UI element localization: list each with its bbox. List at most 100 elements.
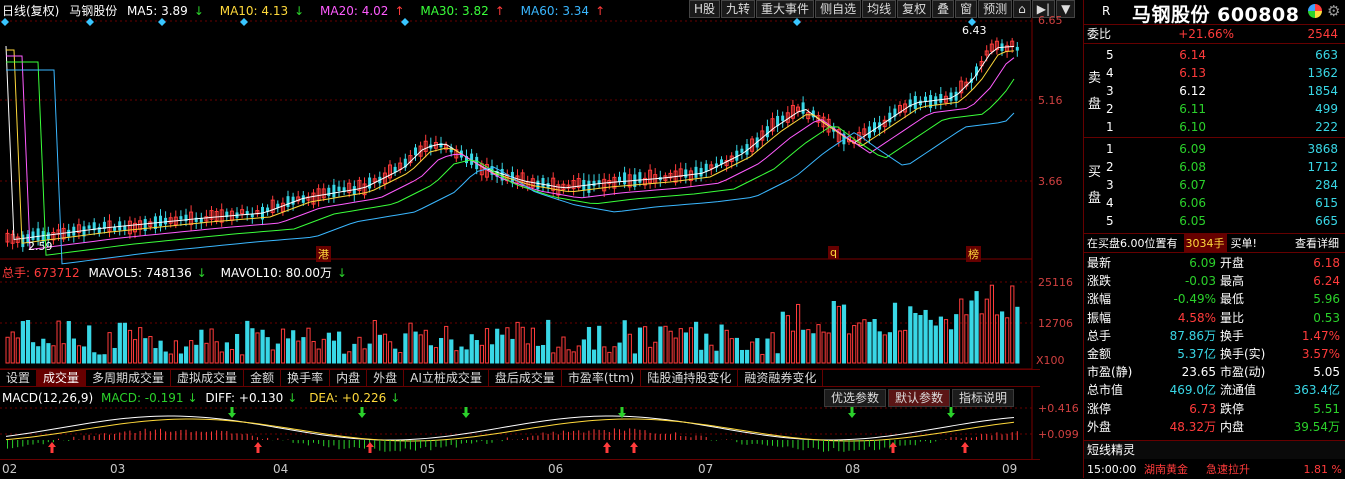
vol-axis-high: 25116 [1038, 276, 1073, 289]
tab-margin[interactable]: 融资融券变化 [738, 370, 824, 386]
candle-body [699, 168, 703, 177]
tab-pe-ttm[interactable]: 市盈率(ttm) [562, 370, 642, 386]
tab-amount[interactable]: 金额 [244, 370, 282, 386]
chart-area[interactable]: 日线(复权) 马钢股份 MA5: 3.89 ↓ MA10: 4.13 ↓ MA20:… [0, 0, 1082, 478]
major-events-button[interactable]: 重大事件 [756, 0, 815, 18]
watchlist-button[interactable]: 侧自选 [815, 0, 862, 18]
volume-bar [408, 322, 413, 364]
adjust-button[interactable]: 复权 [897, 0, 932, 18]
tab-virtual-volume[interactable]: 虚拟成交量 [171, 370, 245, 386]
volume-bar [87, 325, 92, 364]
candle-body [286, 196, 290, 208]
candle-body [113, 227, 117, 231]
ma-button[interactable]: 均线 [862, 0, 897, 18]
event-mark-hk[interactable]: 港 [316, 246, 331, 262]
event-mark-q[interactable]: q [828, 246, 839, 259]
big-order-notice[interactable]: 在买盘6.00位置有 3034手 买单! 查看详细 [1084, 233, 1345, 252]
volume-bar [862, 319, 867, 364]
volume-bar [714, 350, 719, 364]
volume-bar [331, 340, 337, 364]
candle-body [291, 196, 295, 205]
vol-axis-unit: X100 [1036, 354, 1065, 367]
volume-bar [592, 349, 597, 364]
volume-bar [61, 343, 66, 364]
volume-bar [403, 333, 408, 364]
forecast-button[interactable]: 预测 [978, 0, 1013, 18]
volume-bar [637, 327, 643, 364]
candle-body [592, 180, 596, 187]
event-mark-rank[interactable]: 榜 [966, 246, 981, 262]
tab-inner[interactable]: 内盘 [330, 370, 368, 386]
volume-bar [229, 349, 235, 364]
candle-body [31, 231, 35, 240]
default-params-button[interactable]: 默认参数 [888, 389, 951, 407]
window-button[interactable]: 窗 [955, 0, 978, 18]
volume-bar [204, 342, 209, 364]
macd-buttons: 优选参数 默认参数 指标说明 [824, 389, 1016, 407]
tab-volume[interactable]: 成交量 [37, 370, 87, 386]
indicator-help-button[interactable]: 指标说明 [952, 389, 1015, 407]
candle-body [199, 218, 203, 223]
volume-bar [632, 353, 637, 364]
candle-body [67, 229, 71, 237]
volume-bar [734, 337, 739, 364]
volume-bar [474, 340, 479, 364]
volume-bar [245, 320, 250, 364]
candle-body [684, 169, 688, 178]
volume-bar [745, 349, 750, 364]
macd-axis-high: +0.416 [1038, 402, 1079, 415]
tab-outer[interactable]: 外盘 [367, 370, 405, 386]
weibi-label: 委比 [1087, 27, 1112, 41]
candle-body [781, 115, 785, 121]
tab-hk-connect[interactable]: 陆股通持股变化 [641, 370, 739, 386]
tab-after-hours-volume[interactable]: 盘后成交量 [489, 370, 562, 386]
tab-turnover[interactable]: 换手率 [281, 370, 331, 386]
chart-type-icon[interactable] [1308, 4, 1322, 18]
volume-bar [479, 344, 484, 364]
tab-ai-volume[interactable]: AI立桩成交量 [404, 370, 489, 386]
volume-bar [107, 332, 112, 364]
volume-bar [994, 314, 1000, 364]
lock-icon[interactable]: ⌂ [1013, 0, 1031, 18]
volume-bar [377, 334, 382, 364]
short-line-row[interactable]: 15:00:00 湖南黄金 急速拉升 1.81 % [1084, 460, 1345, 479]
candle-body [352, 186, 356, 195]
candle-body [123, 225, 127, 231]
tab-settings[interactable]: 设置 [0, 370, 38, 386]
volume-bar [576, 345, 581, 364]
optimal-params-button[interactable]: 优选参数 [824, 389, 887, 407]
event-diamonds[interactable] [1, 18, 976, 26]
gear-icon[interactable]: ⚙ [1327, 2, 1340, 20]
volume-bar [20, 321, 25, 364]
stock-title: 马钢股份 600808 [1132, 4, 1300, 26]
buy-signal-icon [48, 442, 56, 447]
high-price-mark: 6.43 [962, 24, 987, 37]
view-detail-link[interactable]: 查看详细 [1295, 234, 1345, 252]
jiuzhuan-button[interactable]: 九转 [721, 0, 756, 18]
volume-bar [806, 329, 811, 364]
volume-bar [393, 348, 398, 364]
short-line-header[interactable]: 短线精灵 [1084, 440, 1345, 459]
signal-stem [963, 447, 967, 453]
buy-signal-icon [366, 442, 374, 447]
volume-bar [367, 343, 372, 364]
volume-bar [755, 338, 760, 364]
tab-multi-period-volume[interactable]: 多周期成交量 [86, 370, 172, 386]
macd-axis-low: +0.099 [1038, 428, 1079, 441]
volume-bar [418, 334, 423, 364]
macd-title: MACD(12,26,9) [2, 391, 94, 405]
volume-bar [326, 332, 331, 364]
volume-bar [918, 315, 923, 364]
volume-bar [56, 320, 61, 364]
volume-bar [928, 319, 933, 364]
volume-bar [490, 344, 495, 364]
volume-bar [561, 336, 566, 364]
hshare-button[interactable]: H股 [689, 0, 721, 18]
volume-bar [117, 322, 122, 364]
volume-bar [342, 353, 347, 364]
sell-book: 卖盘 5 6.14 663 4 6.13 1362 3 6.12 1854 2 6.11 499… [1084, 43, 1345, 137]
overlay-button[interactable]: 叠 [932, 0, 955, 18]
volume-bar [173, 340, 179, 364]
volume-bar [627, 333, 632, 364]
volume-bar [857, 322, 862, 364]
